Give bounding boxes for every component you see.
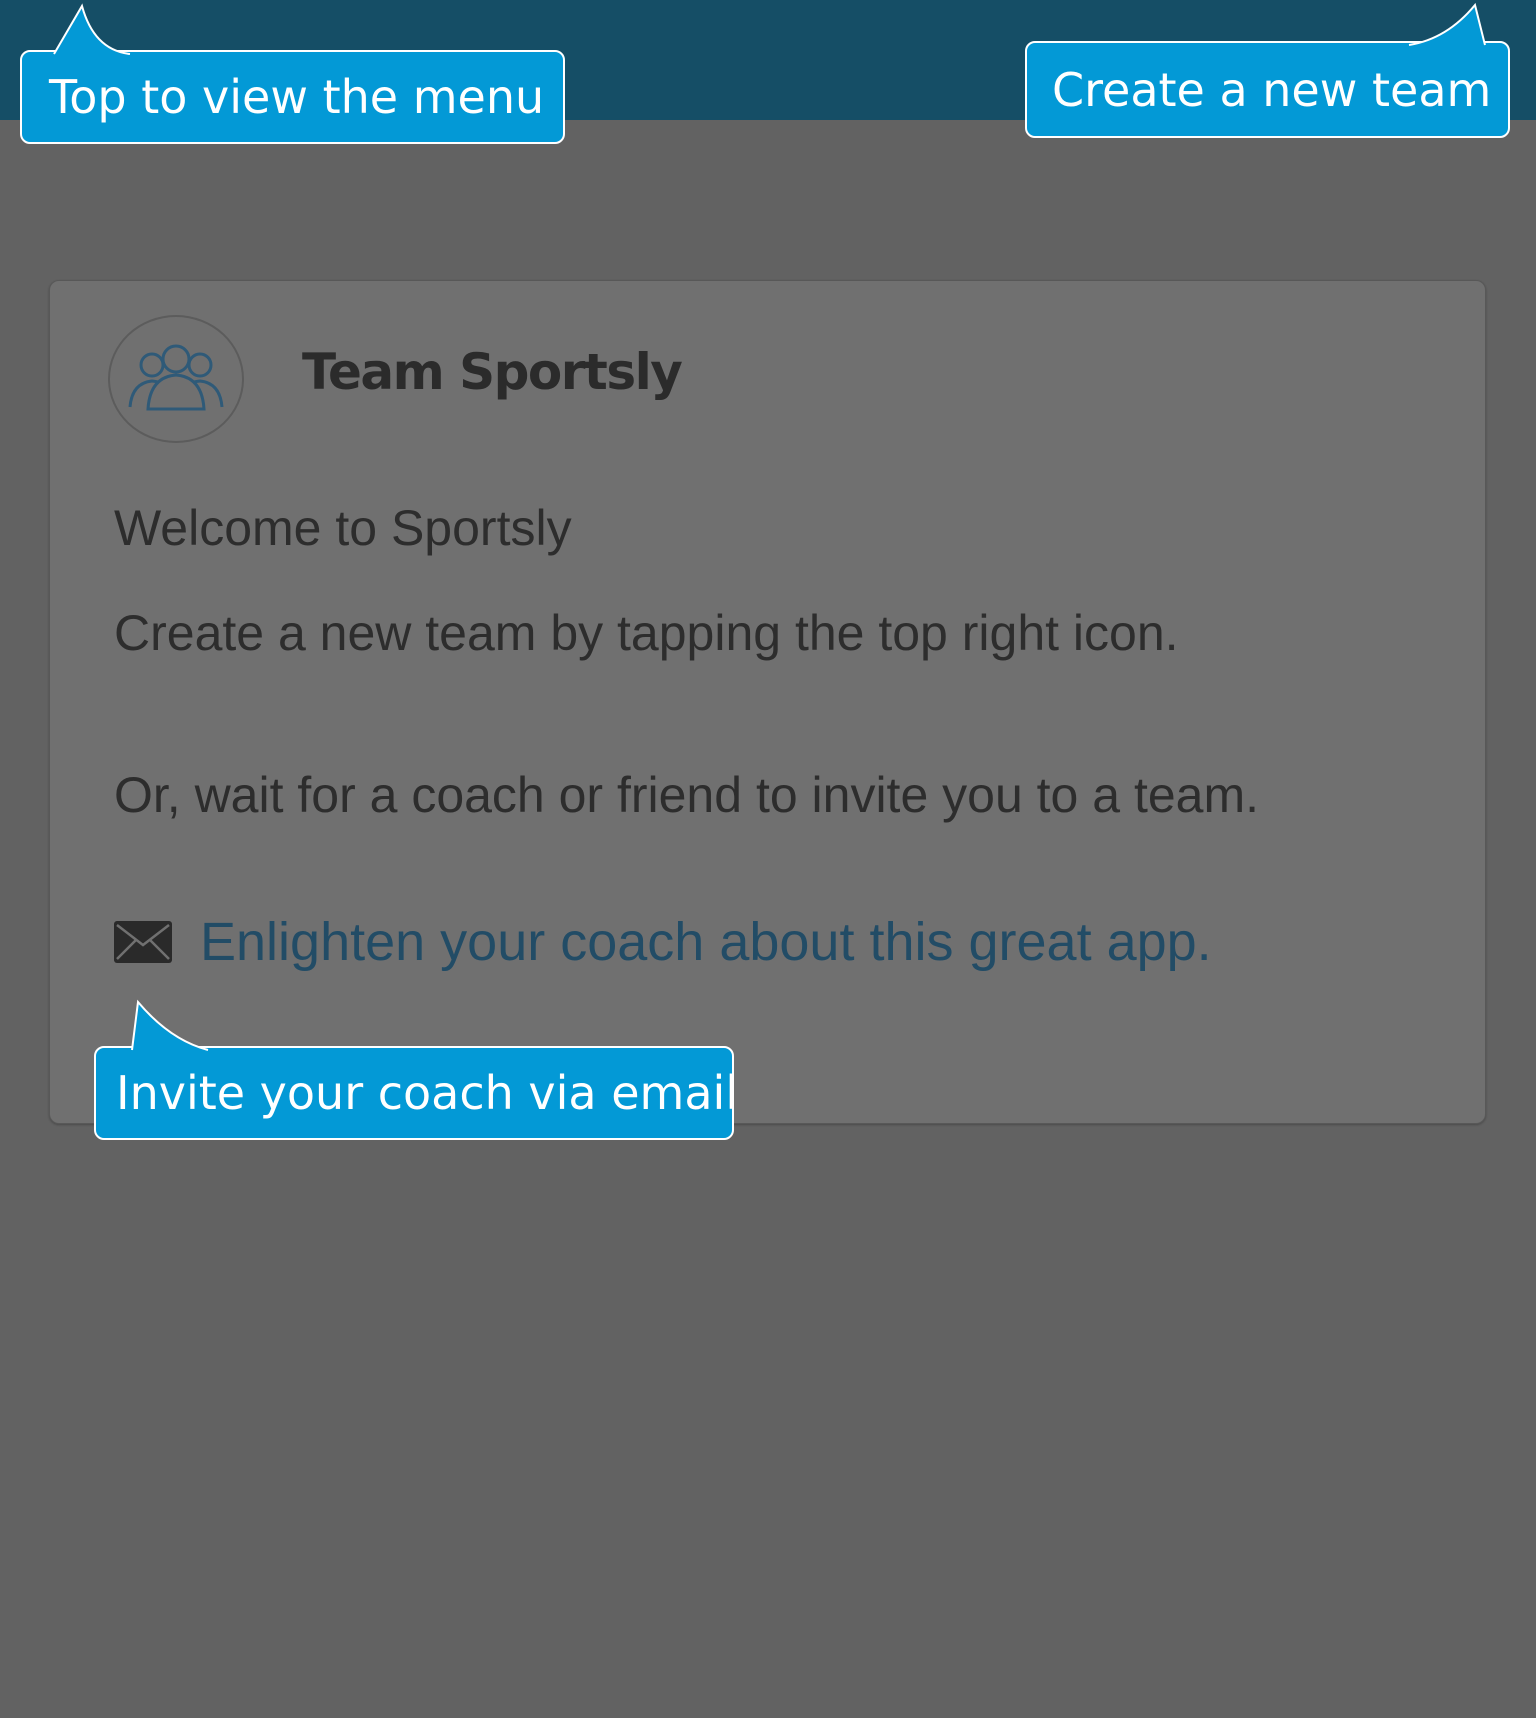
create-team-tooltip: Create a new team: [1025, 2, 1510, 138]
menu-tooltip: Top to view the menu: [20, 3, 565, 144]
create-team-tooltip-text: Create a new team: [1052, 62, 1492, 117]
tooltip-pointer: [53, 3, 131, 55]
menu-tooltip-text: Top to view the menu: [49, 70, 545, 124]
tooltip-pointer: [1408, 2, 1486, 46]
team-card: Team Sportsly Welcome to Sportsly Create…: [49, 280, 1486, 1124]
wait-invite-instruction: Or, wait for a coach or friend to invite…: [114, 767, 1259, 823]
invite-coach-tooltip: Invite your coach via email: [94, 999, 738, 1140]
create-team-instruction: Create a new team by tapping the top rig…: [114, 605, 1179, 661]
invite-coach-link[interactable]: Enlighten your coach about this great ap…: [114, 911, 1212, 973]
team-avatar: [108, 315, 244, 443]
invite-coach-tooltip-text: Invite your coach via email: [116, 1066, 739, 1120]
team-group-icon: [128, 344, 224, 411]
welcome-heading: Welcome to Sportsly: [114, 500, 572, 556]
team-name: Team Sportsly: [302, 343, 683, 401]
invite-link-text: Enlighten your coach about this great ap…: [200, 912, 1212, 972]
tooltip-pointer: [131, 999, 209, 1051]
mail-icon: [114, 921, 172, 963]
